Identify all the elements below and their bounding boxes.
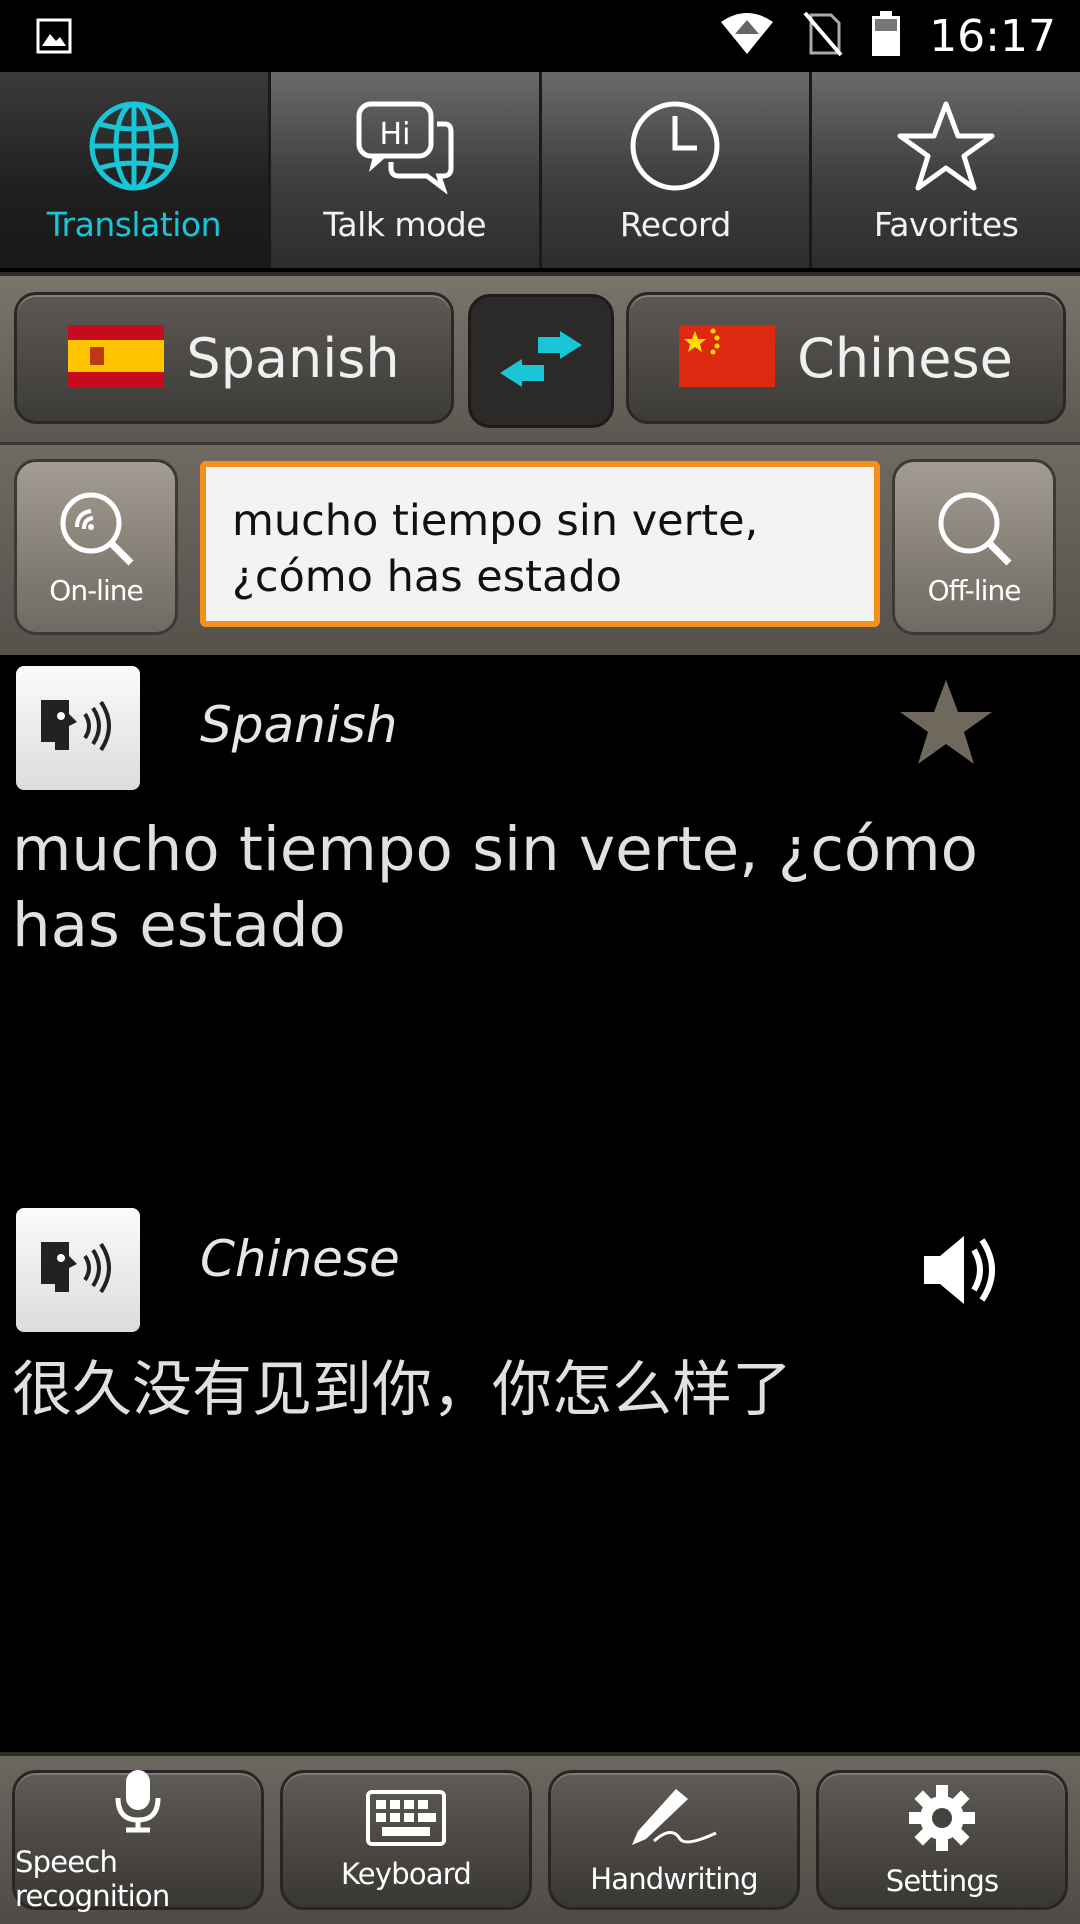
- battery-icon: [871, 10, 901, 62]
- clock-icon: [627, 98, 723, 199]
- svg-text:Hi: Hi: [379, 117, 410, 152]
- keyboard-button[interactable]: Keyboard: [280, 1770, 532, 1910]
- clock-time: 16:17: [929, 10, 1056, 62]
- source-result-language: Spanish: [200, 696, 398, 754]
- keyboard-icon: [366, 1789, 446, 1851]
- tab-label: Record: [619, 205, 732, 244]
- keyboard-label: Keyboard: [341, 1856, 472, 1891]
- settings-button[interactable]: Settings: [816, 1770, 1068, 1910]
- search-icon: [931, 487, 1017, 572]
- tab-record[interactable]: Record: [541, 72, 813, 268]
- speech-recognition-label: Speech recognition: [15, 1844, 170, 1913]
- globe-icon: [86, 98, 182, 199]
- search-row: On-line mucho tiempo sin verte, ¿cómo ha…: [0, 442, 1080, 655]
- handwriting-label: Handwriting: [590, 1861, 758, 1896]
- speaking-head-icon: [35, 1236, 121, 1305]
- gear-icon: [907, 1783, 977, 1858]
- wifi-icon: [719, 12, 775, 61]
- speech-recognition-button[interactable]: Speech recognition: [12, 1768, 264, 1913]
- status-bar: 16:17: [0, 0, 1080, 72]
- spain-flag-icon: [68, 324, 165, 392]
- source-result-text: mucho tiempo sin verte, ¿cómo has estado: [12, 814, 978, 961]
- speak-target-button[interactable]: [16, 1208, 140, 1332]
- favorite-star-button[interactable]: [896, 676, 996, 773]
- tab-label: Favorites: [873, 205, 1019, 244]
- image-icon: [36, 18, 72, 59]
- target-language-name: Chinese: [797, 326, 1013, 390]
- translation-input[interactable]: mucho tiempo sin verte, ¿cómo has estado: [200, 461, 880, 627]
- handwriting-button[interactable]: Handwriting: [548, 1770, 800, 1910]
- settings-label: Settings: [885, 1863, 999, 1898]
- tab-translation[interactable]: Translation: [0, 72, 271, 268]
- bottom-input-bar: Speech recognition Keyboard Handwriting …: [0, 1752, 1080, 1924]
- tab-talk-mode[interactable]: Hi Talk mode: [270, 72, 542, 268]
- star-outline-icon: [896, 98, 996, 199]
- tab-label: Talk mode: [323, 205, 487, 244]
- online-label: On-line: [49, 574, 143, 607]
- language-selector-row: Spanish Chinese: [0, 272, 1080, 446]
- pen-icon: [624, 1785, 724, 1856]
- no-sim-icon: [803, 11, 843, 62]
- tab-favorites[interactable]: Favorites: [812, 72, 1080, 268]
- speak-source-button[interactable]: [16, 666, 140, 790]
- top-tab-bar: Translation Hi Talk mode Record Favorite…: [0, 72, 1080, 268]
- offline-label: Off-line: [927, 574, 1022, 607]
- target-language-button[interactable]: Chinese: [626, 292, 1066, 424]
- speaking-head-icon: [35, 694, 121, 763]
- swap-languages-button[interactable]: [468, 294, 614, 428]
- target-result-language: Chinese: [200, 1230, 400, 1288]
- target-result-text: 很久没有见到你，你怎么样了: [12, 1355, 792, 1425]
- speaker-icon: [920, 1236, 1006, 1314]
- offline-search-button[interactable]: Off-line: [892, 459, 1056, 635]
- chat-bubbles-icon: Hi: [353, 98, 457, 199]
- star-icon: [896, 680, 996, 772]
- source-language-button[interactable]: Spanish: [14, 292, 454, 424]
- online-search-button[interactable]: On-line: [14, 459, 178, 635]
- source-language-name: Spanish: [186, 326, 400, 390]
- play-audio-button[interactable]: [920, 1230, 1006, 1315]
- microphone-icon: [110, 1768, 166, 1839]
- tab-label: Translation: [46, 205, 222, 244]
- swap-arrows-icon: [498, 330, 584, 392]
- online-search-icon: [53, 487, 139, 572]
- china-flag-icon: [679, 324, 776, 392]
